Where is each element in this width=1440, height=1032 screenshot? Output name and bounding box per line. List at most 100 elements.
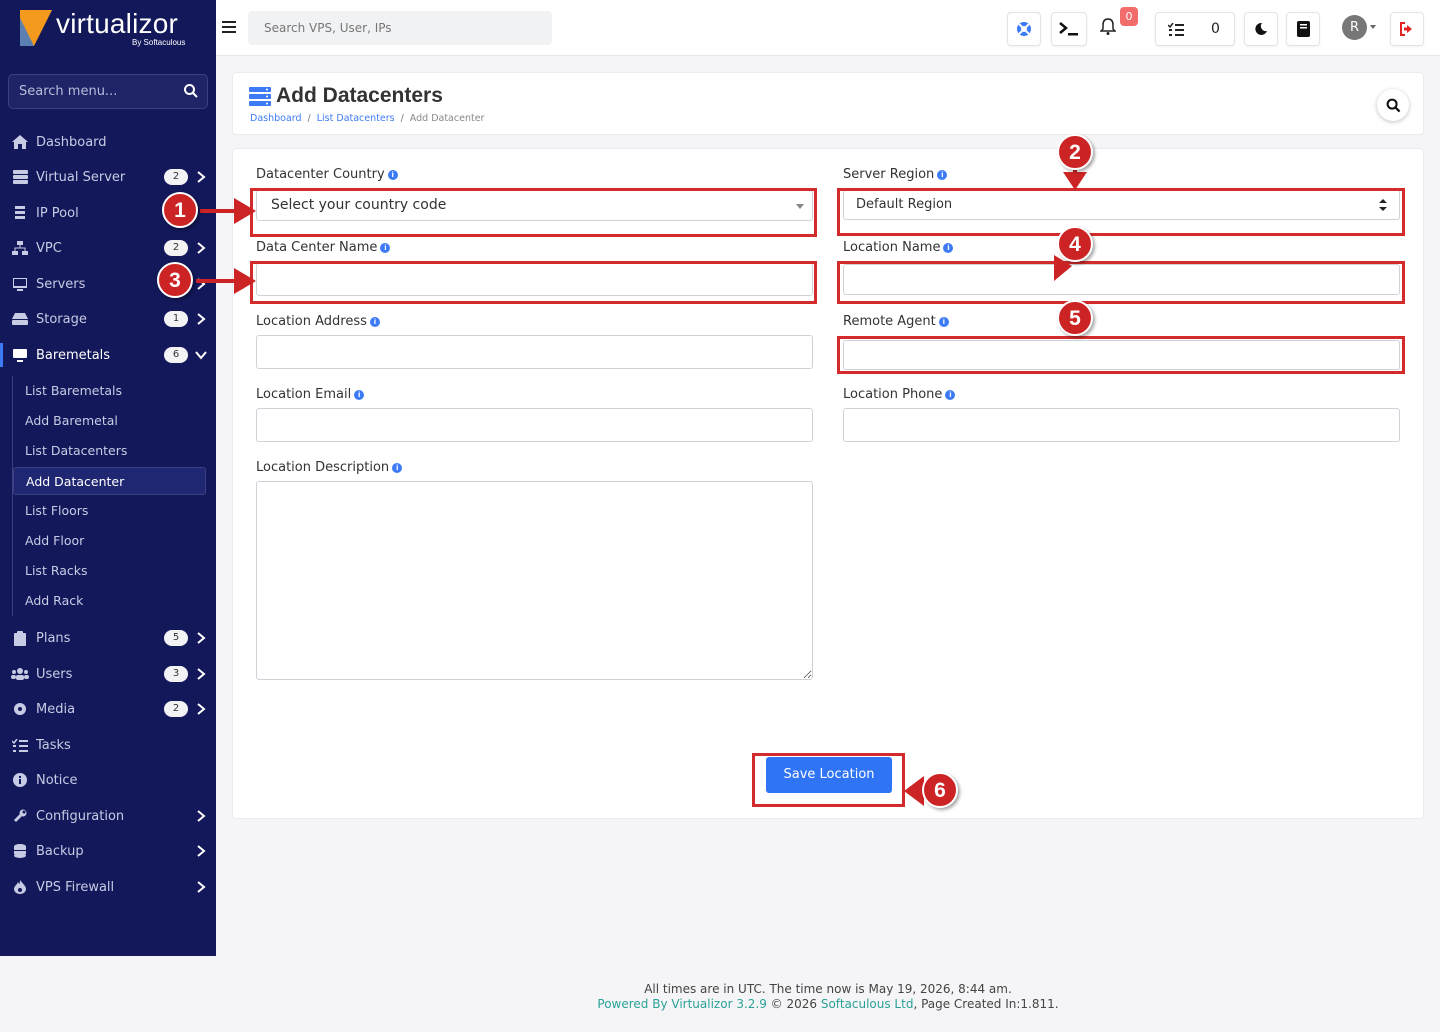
- logout-icon: [1400, 22, 1412, 36]
- annotation-number-1: 1: [162, 192, 198, 228]
- loc-address-label: Location Address i: [256, 314, 380, 329]
- baremetals-submenu: List Baremetals Add Baremetal List Datac…: [12, 376, 206, 616]
- info-icon[interactable]: i: [943, 243, 954, 253]
- sidebar-item-vpc[interactable]: VPC 2: [0, 232, 216, 264]
- terminal-button[interactable]: [1051, 12, 1087, 46]
- loc-email-input[interactable]: [256, 408, 813, 442]
- disc-icon: [11, 700, 29, 718]
- sidebar-item-plans[interactable]: Plans 5: [0, 622, 216, 654]
- annotation-number-2: 2: [1057, 134, 1093, 170]
- support-button[interactable]: [1007, 12, 1041, 46]
- sidebar-item-label: Dashboard: [36, 134, 107, 150]
- sidebar-item-tasks[interactable]: Tasks: [0, 729, 216, 761]
- footer: All times are in UTC. The time now is Ma…: [216, 982, 1440, 1012]
- annotation-box-loc-name: [837, 261, 1405, 304]
- breadcrumb-separator: /: [400, 113, 404, 124]
- sidebar-item-users[interactable]: Users 3: [0, 658, 216, 690]
- caret-down-icon[interactable]: [1370, 25, 1376, 29]
- database-icon: [11, 842, 29, 860]
- submenu-add-datacenter[interactable]: Add Datacenter: [13, 467, 206, 495]
- footer-copyright: © 2026: [766, 997, 821, 1011]
- info-icon[interactable]: i: [937, 170, 948, 180]
- info-icon[interactable]: i: [392, 463, 403, 473]
- submenu-add-floor[interactable]: Add Floor: [13, 527, 206, 555]
- footer-company-link[interactable]: Softaculous Ltd: [821, 997, 914, 1011]
- sidebar-item-media[interactable]: Media 2: [0, 693, 216, 725]
- sidebar-item-backup[interactable]: Backup: [0, 835, 216, 867]
- info-icon[interactable]: i: [369, 317, 380, 327]
- submenu-list-racks[interactable]: List Racks: [13, 557, 206, 585]
- documentation-button[interactable]: [1286, 12, 1320, 46]
- loc-desc-textarea[interactable]: [256, 481, 813, 680]
- page-search-button[interactable]: [1377, 89, 1409, 121]
- logout-button[interactable]: [1390, 12, 1424, 46]
- sidebar-item-label: Notice: [36, 772, 78, 788]
- tasks-icon: [11, 736, 29, 754]
- submenu-add-rack[interactable]: Add Rack: [13, 587, 206, 615]
- sidebar-item-vps-firewall[interactable]: VPS Firewall: [0, 871, 216, 903]
- count-badge: 2: [164, 701, 188, 717]
- submenu-list-datacenters[interactable]: List Datacenters: [13, 437, 206, 465]
- sidebar-search-input[interactable]: [19, 75, 179, 108]
- brand-logo[interactable]: virtualizor By Softaculous: [20, 8, 210, 50]
- book-icon: [1296, 21, 1310, 37]
- count-badge: 1: [164, 311, 188, 327]
- fire-icon: [11, 878, 29, 896]
- chevron-right-icon: [197, 703, 206, 715]
- network-icon: [11, 239, 29, 257]
- annotation-box-remote-agent: [837, 336, 1405, 374]
- wrench-icon: [11, 807, 29, 825]
- sidebar-item-label: Tasks: [36, 737, 71, 753]
- chevron-right-icon: [197, 668, 206, 680]
- annotation-number-4: 4: [1057, 226, 1093, 262]
- sidebar-item-baremetals[interactable]: Baremetals 6: [0, 339, 216, 371]
- loc-phone-label-text: Location Phone: [843, 387, 943, 402]
- hamburger-menu-icon[interactable]: [222, 20, 236, 34]
- submenu-add-baremetal[interactable]: Add Baremetal: [13, 407, 206, 435]
- sidebar-item-storage[interactable]: Storage 1: [0, 303, 216, 335]
- sidebar-item-configuration[interactable]: Configuration: [0, 800, 216, 832]
- region-label: Server Region i: [843, 167, 948, 182]
- chevron-right-icon: [197, 810, 206, 822]
- sidebar-item-label: Backup: [36, 843, 84, 859]
- sidebar-item-dashboard[interactable]: Dashboard: [0, 126, 216, 158]
- search-icon: [1386, 98, 1400, 112]
- info-icon[interactable]: i: [380, 243, 391, 253]
- footer-time: All times are in UTC. The time now is Ma…: [644, 982, 1012, 996]
- dark-mode-toggle[interactable]: [1244, 12, 1278, 46]
- footer-powered-link[interactable]: Powered By Virtualizor 3.2.9: [597, 997, 766, 1011]
- dc-name-label-text: Data Center Name: [256, 240, 378, 255]
- info-icon[interactable]: i: [945, 390, 956, 400]
- remote-agent-label-text: Remote Agent: [843, 314, 936, 329]
- breadcrumb-list-datacenters[interactable]: List Datacenters: [317, 113, 395, 124]
- tasks-button[interactable]: 0: [1155, 12, 1235, 46]
- hdd-icon: [11, 310, 29, 328]
- submenu-list-floors[interactable]: List Floors: [13, 497, 206, 525]
- chevron-right-icon: [197, 313, 206, 325]
- chevron-right-icon: [197, 632, 206, 644]
- avatar[interactable]: R: [1342, 15, 1367, 40]
- sidebar-item-virtual-server[interactable]: Virtual Server 2: [0, 161, 216, 193]
- loc-address-input[interactable]: [256, 335, 813, 369]
- loc-email-label-text: Location Email: [256, 387, 352, 402]
- home-icon: [11, 133, 29, 151]
- info-icon[interactable]: i: [354, 390, 365, 400]
- lifebuoy-icon: [1017, 22, 1031, 36]
- info-icon[interactable]: i: [938, 317, 949, 327]
- sidebar-item-notice[interactable]: Notice: [0, 764, 216, 796]
- submenu-list-baremetals[interactable]: List Baremetals: [13, 377, 206, 405]
- country-label: Datacenter Country i: [256, 167, 398, 182]
- annotation-box-dc-name: [250, 261, 817, 304]
- brand-name: virtualizor: [56, 8, 179, 39]
- info-icon[interactable]: i: [387, 170, 398, 180]
- annotation-number-6: 6: [922, 772, 958, 808]
- search-icon[interactable]: [183, 83, 199, 99]
- global-search-input[interactable]: [248, 11, 552, 45]
- chevron-right-icon: [197, 171, 206, 183]
- loc-phone-input[interactable]: [843, 408, 1400, 442]
- count-badge: 2: [164, 240, 188, 256]
- loc-desc-label-text: Location Description: [256, 460, 390, 475]
- breadcrumb-dashboard[interactable]: Dashboard: [250, 113, 302, 124]
- ip-pool-icon: [11, 204, 29, 222]
- notifications-button[interactable]: [1099, 18, 1118, 38]
